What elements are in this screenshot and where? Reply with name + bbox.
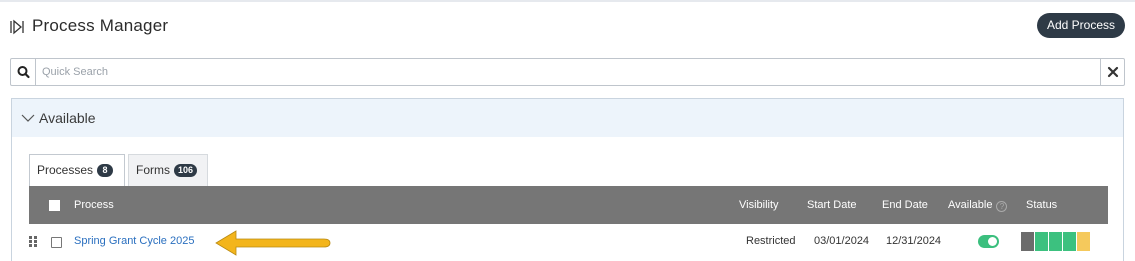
start-date-value: 03/01/2024 bbox=[814, 235, 870, 247]
select-all-checkbox[interactable] bbox=[49, 200, 60, 211]
tab-processes-label: Processes bbox=[37, 163, 94, 177]
annotation-arrow-icon bbox=[215, 230, 331, 256]
help-icon[interactable]: ? bbox=[996, 201, 1008, 212]
column-end-date[interactable]: End Date bbox=[882, 199, 928, 211]
collapse-sidebar-icon[interactable] bbox=[10, 19, 24, 35]
status-segment bbox=[1077, 232, 1090, 251]
visibility-value: Restricted bbox=[746, 235, 796, 247]
available-panel: Available Processes 8 Forms 106 Process Vi… bbox=[11, 98, 1124, 261]
column-process[interactable]: Process bbox=[74, 199, 114, 211]
page-header: Process Manager Add Process bbox=[10, 12, 1125, 42]
row-checkbox[interactable] bbox=[51, 237, 62, 248]
tab-forms[interactable]: Forms 106 bbox=[128, 154, 208, 186]
available-panel-header[interactable]: Available bbox=[12, 99, 1123, 137]
tab-processes[interactable]: Processes 8 bbox=[29, 154, 125, 186]
table-header: Process Visibility Start Date End Date A… bbox=[29, 186, 1108, 224]
search-icon bbox=[11, 59, 36, 85]
add-process-button[interactable]: Add Process bbox=[1036, 13, 1125, 38]
end-date-value: 12/31/2024 bbox=[886, 235, 942, 247]
clear-search-icon[interactable] bbox=[1100, 59, 1124, 85]
process-link[interactable]: Spring Grant Cycle 2025 bbox=[74, 235, 194, 247]
quick-search-input[interactable] bbox=[37, 59, 1097, 85]
status-segment bbox=[1035, 232, 1048, 251]
available-toggle[interactable] bbox=[978, 235, 999, 248]
table-row: Spring Grant Cycle 2025 Restricted 03/01… bbox=[24, 225, 1108, 261]
column-available-label: Available bbox=[948, 199, 993, 211]
column-visibility[interactable]: Visibility bbox=[739, 199, 779, 211]
column-status[interactable]: Status bbox=[1026, 199, 1057, 211]
status-segment bbox=[1063, 232, 1076, 251]
status-bar bbox=[1021, 232, 1091, 251]
panel-title: Available bbox=[39, 110, 96, 126]
column-available[interactable]: Available? bbox=[948, 199, 1008, 212]
forms-count-badge: 106 bbox=[174, 164, 198, 177]
tab-forms-label: Forms bbox=[136, 163, 170, 177]
chevron-down-icon bbox=[21, 114, 35, 122]
page-title: Process Manager bbox=[32, 16, 169, 35]
status-segment bbox=[1049, 232, 1062, 251]
column-start-date[interactable]: Start Date bbox=[807, 199, 857, 211]
status-segment bbox=[1021, 232, 1034, 251]
top-border bbox=[0, 0, 1135, 2]
quick-search-bar bbox=[10, 58, 1125, 86]
processes-count-badge: 8 bbox=[97, 164, 114, 177]
drag-handle-icon[interactable] bbox=[29, 236, 39, 248]
